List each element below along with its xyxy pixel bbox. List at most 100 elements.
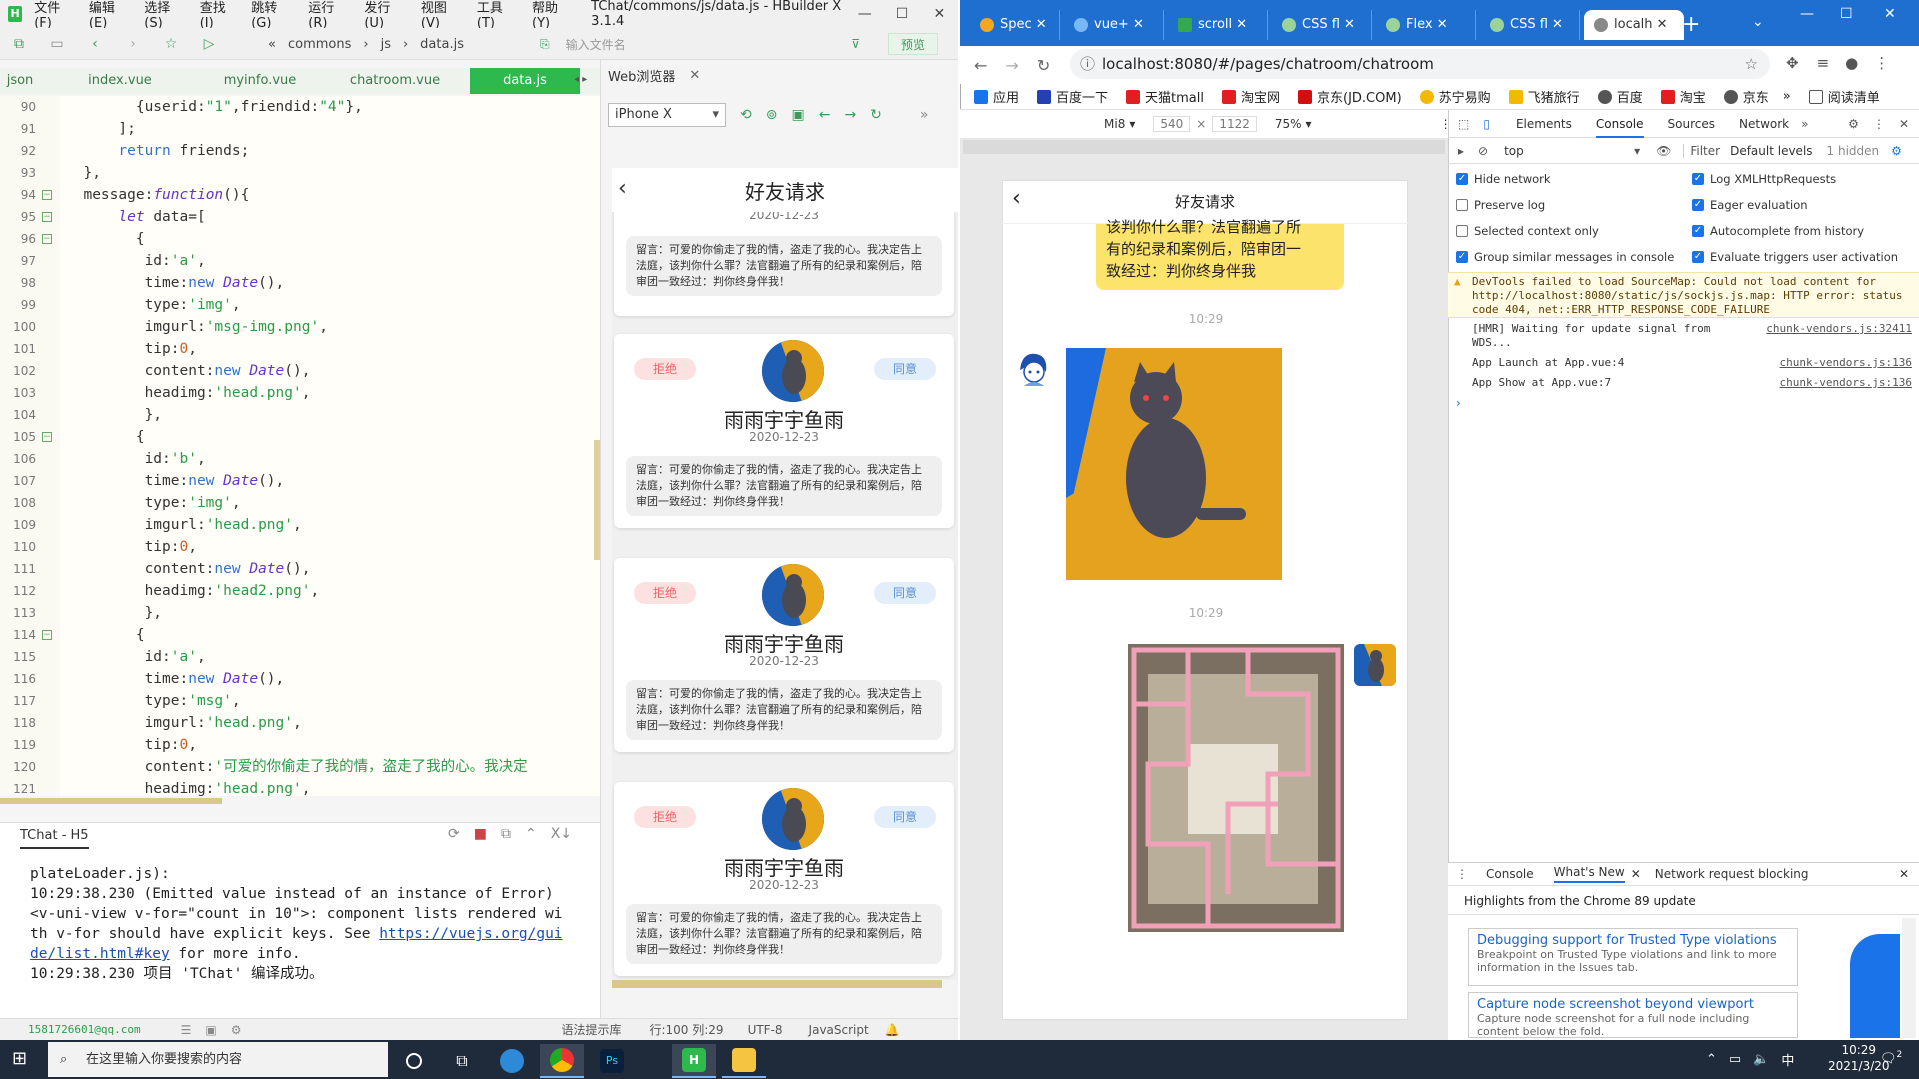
back-icon[interactable]: ‹ [84,33,106,55]
minimize-button[interactable]: — [846,6,883,22]
cortana-icon[interactable] [392,1044,436,1078]
menu-publish[interactable]: 发行(U) [364,0,405,31]
bookmark[interactable]: 淘宝网 [1221,87,1280,106]
menu-goto[interactable]: 跳转(G) [251,0,292,31]
tab-json[interactable]: json [0,68,40,94]
browser-tab[interactable]: Spec ✕ [970,10,1060,40]
reading-list[interactable]: 阅读清单 [1808,87,1880,106]
browser-tab[interactable]: vue+ ✕ [1064,10,1164,40]
forward-icon[interactable]: › [122,33,144,55]
reject-button[interactable]: 拒绝 [634,358,696,380]
tab-network[interactable]: Network [1739,110,1789,138]
menu-select[interactable]: 选择(S) [144,0,183,31]
kebab-menu-icon[interactable]: ⋮ [1873,117,1885,131]
back-arrow-icon[interactable]: ← [974,56,987,75]
encoding[interactable]: UTF-8 [748,1023,783,1037]
message-image[interactable] [1128,644,1344,932]
tab-data-js[interactable]: data.js [470,68,580,94]
close-icon[interactable]: ✕ [1899,867,1909,881]
console-prompt-icon[interactable]: › [1456,396,1461,410]
breadcrumb-item[interactable]: commons [288,37,351,52]
clear-icon[interactable]: X↓ [551,826,572,842]
tab-sources[interactable]: Sources [1668,110,1715,138]
setting-autocomplete[interactable]: ✓ Autocomplete from history [1692,224,1864,238]
context-select[interactable]: top [1504,144,1634,158]
windows-start-icon[interactable]: ⊞ [12,1048,27,1069]
screenshot-icon[interactable]: ▣ [791,107,804,123]
log-source-link[interactable]: chunk-vendors.js:136 [1780,356,1912,370]
menu-file[interactable]: 文件(F) [34,0,73,31]
zoom-select[interactable]: 75% [1275,117,1302,131]
editor-horizontal-scrollbar[interactable] [0,798,222,804]
close-icon[interactable]: ✕ [1899,117,1909,131]
tab-search-icon[interactable]: ⌄ [1752,14,1764,30]
open-external-icon[interactable]: ⧉ [501,826,511,842]
avatar[interactable] [1354,644,1396,686]
browser-tab[interactable]: CSS fl ✕ [1272,10,1372,40]
avatar[interactable] [1014,348,1054,388]
console-link[interactable]: de/list.html#key [30,946,170,962]
menu-help[interactable]: 帮助(Y) [532,0,571,31]
gear-icon[interactable]: ⚙ [1848,117,1859,131]
drawer-tab-whats-new[interactable]: What's New [1553,865,1625,883]
save-icon[interactable]: ▭ [46,33,68,55]
collapse-up-icon[interactable]: ⌃ [525,826,537,842]
bookmark[interactable]: 百度 [1597,87,1643,106]
message-image[interactable] [1066,348,1282,580]
setting-group-similar[interactable]: ✓ Group similar messages in console [1456,250,1674,264]
refresh-icon[interactable]: ⟳ [448,826,460,842]
log-source-link[interactable]: chunk-vendors.js:136 [1780,376,1912,390]
bookmark-apps[interactable]: 应用 [974,87,1019,106]
tab-index-vue[interactable]: index.vue [40,68,200,94]
phone-horizontal-scrollbar[interactable] [612,980,942,988]
breadcrumb-item[interactable]: data.js [420,37,464,52]
list-icon[interactable]: ☰ [181,1023,192,1037]
bookmark[interactable]: 淘宝 [1660,87,1706,106]
height-input[interactable]: 1122 [1212,116,1257,132]
photoshop-icon[interactable]: Ps [590,1044,634,1078]
account-email[interactable]: 1581726601@qq.com [28,1023,141,1036]
agree-button[interactable]: 同意 [874,358,936,380]
drawer-tab-console[interactable]: Console [1486,867,1534,881]
width-input[interactable]: 540 [1153,116,1191,132]
sidebar-toggle-icon[interactable]: ▸ [1458,144,1464,158]
minimize-button[interactable]: — [1800,6,1814,22]
language-mode[interactable]: JavaScript [809,1023,869,1037]
preview-button[interactable]: 预览 [888,33,938,55]
reject-button[interactable]: 拒绝 [634,806,696,828]
rotate-icon[interactable]: ⟲ [740,107,752,123]
eye-icon[interactable]: 👁 [1656,144,1671,158]
menu-view[interactable]: 视图(V) [421,0,461,31]
bookmark-star-icon[interactable]: ☆ [160,33,182,55]
star-icon[interactable]: ☆ [1745,49,1758,79]
code-content[interactable]: {userid:"1",friendid:"4"}, ]; return fri… [66,96,596,796]
taskbar-search[interactable]: ⌕ 在这里输入你要搜索的内容 [48,1042,388,1077]
network-icon[interactable]: ▭ [1729,1052,1741,1067]
agree-button[interactable]: 同意 [874,806,936,828]
back-chevron-icon[interactable]: ‹ [1012,186,1021,211]
close-icon[interactable]: ✕ [689,68,700,83]
terminal-icon[interactable]: ▣ [205,1023,216,1037]
hbuilder-icon[interactable]: H [672,1044,716,1078]
edge-icon[interactable] [490,1044,534,1078]
browser-tab[interactable]: CSS fl ✕ [1480,10,1580,40]
device-select[interactable]: iPhone X [608,103,726,127]
menu-run[interactable]: 运行(R) [308,0,348,31]
more-bookmarks-icon[interactable]: » [1783,89,1791,104]
drawer-menu-icon[interactable]: ⋮ [1456,867,1468,881]
volume-icon[interactable]: 🔈 [1753,1052,1769,1067]
expand-icon[interactable]: » [920,107,929,123]
menu-tools[interactable]: 工具(T) [477,0,516,31]
extensions-icon[interactable]: ✥ [1786,54,1799,72]
maximize-button[interactable]: ☐ [883,6,920,22]
log-source-link[interactable]: chunk-vendors.js:32411 [1766,322,1912,336]
console-title[interactable]: TChat - H5 [20,828,89,849]
more-tabs-icon[interactable]: » [1801,117,1808,131]
back-arrow-icon[interactable]: ← [819,107,831,123]
file-search-input[interactable]: ⎘ 输入文件名 ⊽ [540,34,860,54]
ime-indicator[interactable]: 中 [1781,1050,1794,1069]
breadcrumb-item[interactable]: js [381,37,391,52]
bell-icon[interactable]: 🔔 [885,1023,900,1037]
reject-button[interactable]: 拒绝 [634,582,696,604]
filter-icon[interactable]: ⊽ [851,37,860,51]
